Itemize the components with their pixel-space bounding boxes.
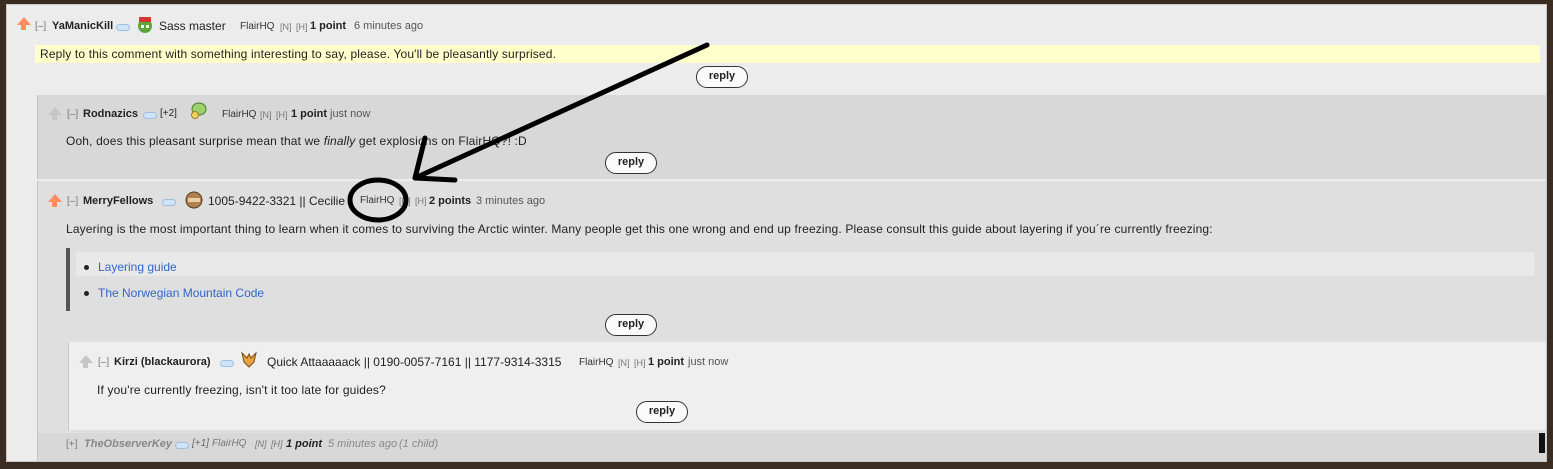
annotation-circle-icon [347,177,409,223]
annotation-arrow-icon [412,42,710,183]
annotation-overlay [347,42,710,223]
